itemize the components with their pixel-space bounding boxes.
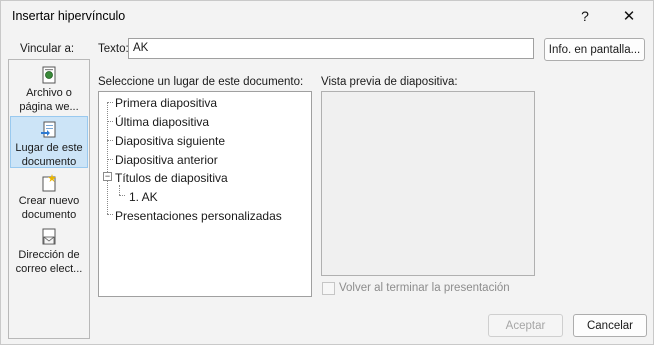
place-in-document-icon: [41, 121, 56, 138]
tree-connector: [119, 195, 125, 196]
link-to-label: Vincular a:: [20, 43, 75, 55]
tree-connector: [107, 159, 113, 160]
close-icon: ✕: [622, 8, 636, 25]
tree-connector: [107, 102, 108, 214]
minus-icon: −: [104, 171, 111, 181]
text-field-value: AK: [133, 42, 149, 54]
help-icon: ?: [581, 8, 589, 24]
collapse-toggle[interactable]: −: [103, 172, 112, 181]
sidebar-item-label: Lugar de este: [15, 142, 83, 154]
link-to-sidebar: Archivo o página we... Lugar de este doc…: [8, 59, 90, 339]
text-label: Texto:: [98, 43, 129, 55]
sidebar-item-label: Archivo o: [26, 87, 72, 99]
tree-connector: [107, 121, 113, 122]
title-bar: Insertar hipervínculo ? ✕: [1, 1, 653, 31]
screentip-button-label: Info. en pantalla...: [548, 43, 641, 56]
tree-item[interactable]: Presentaciones personalizadas: [115, 208, 282, 224]
tree-connector: [107, 140, 113, 141]
sidebar-item-label: documento: [21, 156, 77, 168]
sidebar-item-place-in-document[interactable]: Lugar de este documento: [10, 116, 88, 168]
sidebar-item-label: correo elect...: [15, 263, 83, 275]
tree-item[interactable]: Diapositiva siguiente: [115, 133, 225, 149]
return-after-show-label: Volver al terminar la presentación: [339, 282, 510, 294]
select-place-label: Seleccione un lugar de este documento:: [98, 76, 304, 88]
sidebar-item-new-document[interactable]: Crear nuevo documento: [10, 170, 88, 224]
document-place-tree[interactable]: Primera diapositiva Última diapositiva D…: [98, 91, 312, 297]
tree-item[interactable]: Primera diapositiva: [115, 95, 217, 111]
close-button[interactable]: ✕: [611, 1, 647, 31]
sidebar-item-label: página we...: [19, 101, 79, 113]
cancel-button[interactable]: Cancelar: [573, 314, 647, 337]
help-button[interactable]: ?: [567, 1, 603, 31]
dialog-title: Insertar hipervínculo: [12, 9, 126, 23]
web-page-icon: [42, 66, 56, 84]
cancel-button-label: Cancelar: [586, 319, 634, 332]
email-address-icon: [42, 228, 56, 245]
tree-item[interactable]: Títulos de diapositiva: [115, 170, 228, 186]
sidebar-item-web-page[interactable]: Archivo o página we...: [10, 62, 88, 116]
sidebar-item-label: Dirección de: [18, 249, 80, 261]
accept-button[interactable]: Aceptar: [488, 314, 563, 337]
tree-item[interactable]: 1. AK: [129, 189, 158, 205]
tree-connector: [107, 102, 113, 103]
text-to-display-field[interactable]: AK: [128, 38, 534, 59]
tree-item[interactable]: Diapositiva anterior: [115, 152, 218, 168]
tree-connector: [107, 214, 113, 215]
sidebar-item-label: documento: [21, 209, 77, 221]
accept-button-label: Aceptar: [505, 319, 546, 332]
new-document-icon: [42, 174, 56, 192]
tree-connector: [119, 185, 120, 195]
return-after-show-checkbox[interactable]: [322, 282, 335, 295]
tree-item[interactable]: Última diapositiva: [115, 114, 209, 130]
sidebar-item-label: Crear nuevo: [18, 195, 80, 207]
sidebar-item-email-address[interactable]: Dirección de correo elect...: [10, 224, 88, 280]
insert-hyperlink-dialog: Insertar hipervínculo ? ✕ Vincular a: Ar…: [0, 0, 654, 345]
slide-preview-label: Vista previa de diapositiva:: [321, 76, 458, 88]
screentip-button[interactable]: Info. en pantalla...: [544, 38, 645, 61]
slide-preview-area: [321, 91, 535, 276]
